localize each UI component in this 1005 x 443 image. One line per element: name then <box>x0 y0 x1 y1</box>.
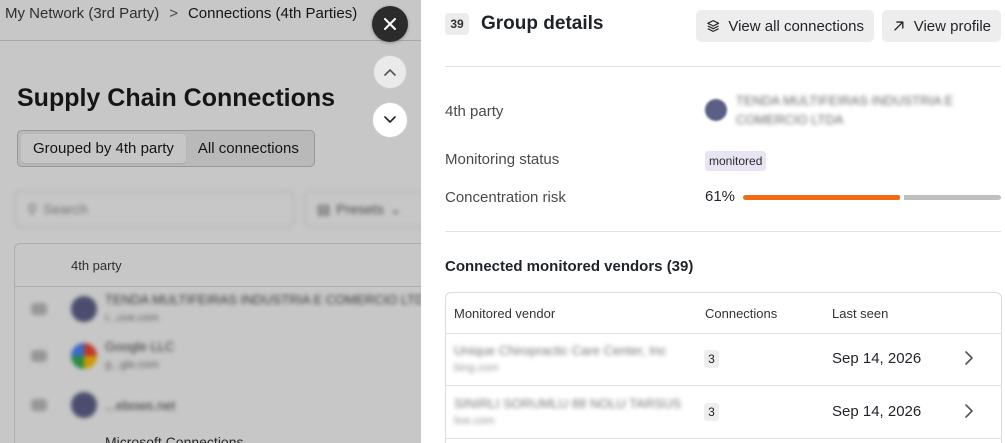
avatar <box>71 392 97 418</box>
concentration-risk-value: 61% <box>705 188 736 205</box>
search-input[interactable]: ⚲ Search <box>14 191 294 227</box>
avatar <box>705 99 727 121</box>
layers-icon <box>707 20 720 32</box>
close-icon <box>384 18 396 30</box>
vendor-name: Unique Chiropractic Care Center, Inc <box>454 343 667 358</box>
row-domain: r...uve.com <box>105 312 159 324</box>
breadcrumb-current: Connections (4th Parties) <box>187 5 358 22</box>
row-toggle-icon[interactable] <box>31 350 47 362</box>
monitoring-status-label: Monitoring status <box>445 151 560 168</box>
drawer-title: Group details <box>481 13 604 34</box>
concentration-risk-label: Concentration risk <box>445 189 566 206</box>
concentration-risk-bar <box>743 195 1001 200</box>
view-profile-label: View profile <box>913 17 991 35</box>
vendor-domain: live.com <box>454 415 495 427</box>
table-row[interactable]: TENDA MULTIFEIRAS INDUSTRIA E COMERCIO L… <box>15 286 421 336</box>
breadcrumb: My Network (3rd Party) > Connections (4th … <box>5 5 357 22</box>
presets-label: Presets <box>336 201 384 217</box>
status-badge: monitored <box>705 151 767 171</box>
table-row[interactable]: Unique Chiropractic Care Center, Inc bin… <box>446 333 1001 386</box>
vendors-table: Monitored vendor Connections Last seen U… <box>445 292 1002 443</box>
group-details-drawer: 39 Group details View all connections Vi… <box>421 0 1005 443</box>
row-domain: ...ebows.net <box>105 398 176 413</box>
view-all-connections-label: View all connections <box>728 17 864 35</box>
row-name: Google LLC <box>105 339 175 354</box>
connections-count: 3 <box>704 350 719 368</box>
column-header-connections: Connections <box>705 306 778 321</box>
table-row[interactable]: ...ebows.net <box>15 382 421 432</box>
fourth-party-name[interactable]: TENDA MULTIFEIRAS INDUSTRIA E COMERCIO L… <box>736 91 986 129</box>
previous-button[interactable] <box>373 55 407 89</box>
row-partial-text: Microsoft Connections <box>105 434 244 443</box>
vendor-name: SINIRLI SORUMLU 88 NOLU TARSUS <box>454 396 682 411</box>
risk-bar-gap <box>900 195 904 200</box>
table-row[interactable]: Google LLC g...gle.com <box>15 333 421 383</box>
presets-icon: ▤ <box>317 200 331 217</box>
row-name: TENDA MULTIFEIRAS INDUSTRIA E COMERCIO L… <box>105 292 421 307</box>
toggle-grouped[interactable]: Grouped by 4th party <box>21 134 186 163</box>
page-title: Supply Chain Connections <box>17 84 336 112</box>
table-row[interactable]: SINIRLI SORUMLU 88 NOLU TARSUS live.com … <box>446 386 1001 439</box>
search-icon: ⚲ <box>27 200 38 217</box>
group-count-badge: 39 <box>445 13 469 35</box>
fourth-party-table: 4th party TENDA MULTIFEIRAS INDUSTRIA E … <box>14 243 421 443</box>
avatar <box>71 296 97 322</box>
risk-bar-fill <box>743 195 900 200</box>
chevron-right-icon[interactable] <box>964 403 974 419</box>
search-placeholder: Search <box>43 201 88 217</box>
fourth-party-label: 4th party <box>445 103 504 120</box>
section-divider <box>445 231 1001 232</box>
breadcrumb-parent[interactable]: My Network (3rd Party) <box>5 5 159 22</box>
chevron-down-icon <box>384 116 396 123</box>
last-seen: Sep 14, 2026 <box>832 403 922 420</box>
row-toggle-icon[interactable] <box>31 399 47 411</box>
chevron-right-icon[interactable] <box>964 350 974 366</box>
view-all-connections-button[interactable]: View all connections <box>696 10 874 42</box>
close-button[interactable] <box>372 6 408 42</box>
header-divider <box>445 66 1001 67</box>
toggle-all-connections[interactable]: All connections <box>186 134 311 163</box>
background-page: My Network (3rd Party) > Connections (4th … <box>0 0 421 443</box>
row-toggle-icon[interactable] <box>31 303 47 315</box>
avatar <box>71 343 97 369</box>
breadcrumb-separator-icon: > <box>169 5 178 22</box>
column-header-vendor: Monitored vendor <box>454 306 556 321</box>
connections-count: 3 <box>704 403 719 421</box>
column-header-4th-party: 4th party <box>71 258 122 273</box>
column-header-last-seen: Last seen <box>832 306 889 321</box>
presets-dropdown[interactable]: ▤ Presets ⌄ <box>304 191 421 227</box>
section-title: Connected monitored vendors (39) <box>445 258 694 275</box>
arrow-up-right-icon <box>894 21 904 31</box>
chevron-up-icon <box>384 69 396 76</box>
next-button[interactable] <box>372 102 408 138</box>
last-seen: Sep 14, 2026 <box>832 350 922 367</box>
view-toggle: Grouped by 4th party All connections <box>17 130 315 167</box>
row-domain: g...gle.com <box>105 359 159 371</box>
chevron-down-icon: ⌄ <box>389 200 402 217</box>
vendor-domain: bing.com <box>454 362 499 374</box>
header-divider <box>0 40 421 41</box>
view-profile-button[interactable]: View profile <box>882 10 1001 42</box>
